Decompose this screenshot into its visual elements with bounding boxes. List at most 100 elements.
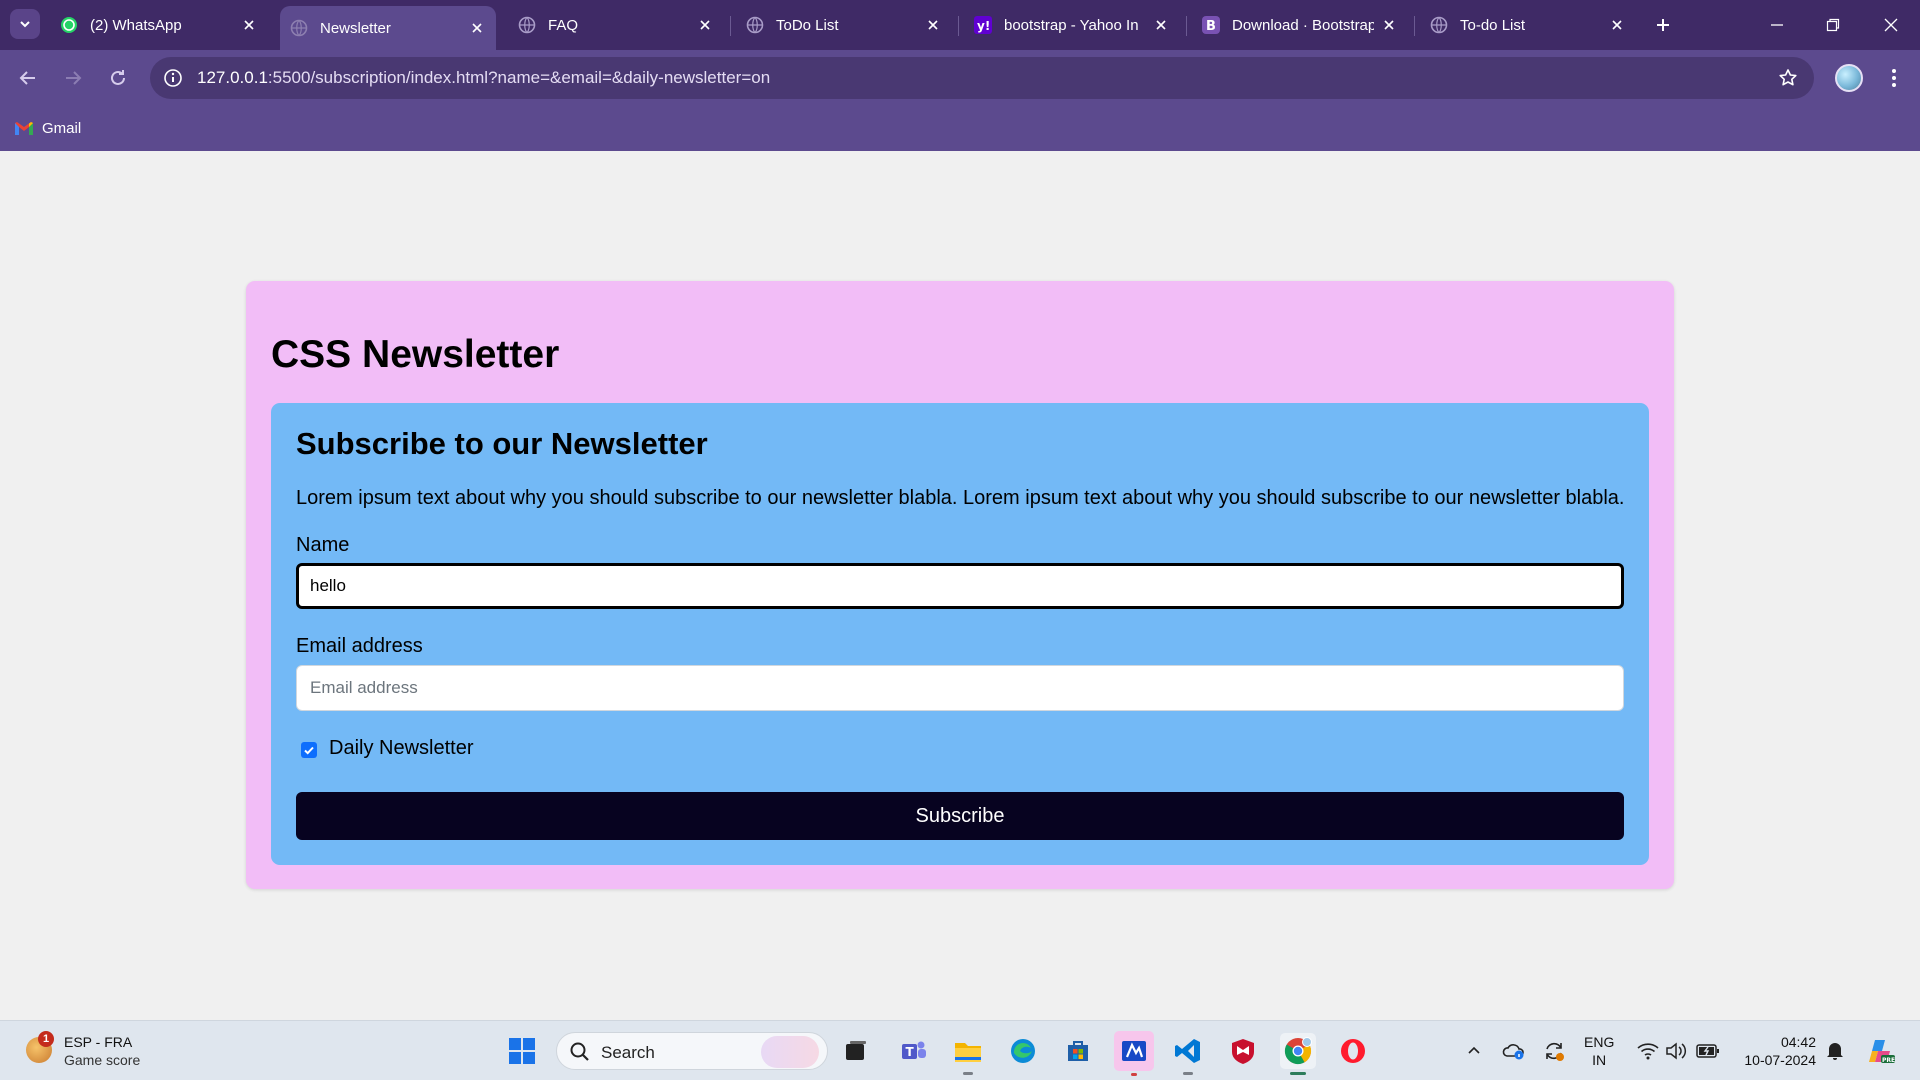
task-view-icon [846, 1041, 866, 1060]
file-explorer-icon [955, 1043, 981, 1062]
tab-separator [1414, 16, 1415, 36]
search-icon [570, 1042, 589, 1061]
tab-faq[interactable]: FAQ [508, 8, 724, 42]
language-code: ENG [1584, 1034, 1615, 1050]
globe-icon [518, 16, 536, 34]
pinned-app-button[interactable] [1114, 1031, 1154, 1076]
vscode-button[interactable] [1170, 1033, 1206, 1075]
close-icon[interactable] [1608, 16, 1626, 34]
opera-icon [1341, 1039, 1365, 1063]
system-clock[interactable]: 04:42 10-07-2024 [1736, 1033, 1816, 1069]
notification-badge: 1 [38, 1031, 54, 1047]
widget-title: ESP - FRA [64, 1034, 133, 1050]
daily-newsletter-label[interactable]: Daily Newsletter [329, 737, 473, 760]
email-input[interactable] [296, 665, 1624, 711]
form-description: Lorem ipsum text about why you should su… [296, 487, 1625, 509]
task-view-button[interactable] [838, 1033, 874, 1069]
file-explorer-button[interactable] [950, 1033, 986, 1075]
microsoft-store-button[interactable] [1060, 1033, 1096, 1069]
tab-yahoo[interactable]: y! bootstrap - Yahoo In [964, 8, 1180, 42]
forward-button[interactable] [59, 64, 87, 92]
close-icon[interactable] [696, 16, 714, 34]
volume-icon [1666, 1042, 1687, 1060]
tab-todo-list[interactable]: ToDo List [736, 8, 952, 42]
cloud-info-icon [1502, 1044, 1524, 1060]
notifications-button[interactable] [1822, 1037, 1848, 1065]
opera-button[interactable] [1335, 1033, 1371, 1069]
close-icon[interactable] [468, 19, 486, 37]
address-bar[interactable]: 127.0.0.1:5500/subscription/index.html?n… [150, 57, 1814, 99]
wifi-tray-button[interactable] [1636, 1037, 1660, 1065]
tab-title: bootstrap - Yahoo In [1004, 16, 1139, 34]
browser-menu-button[interactable] [1880, 64, 1908, 92]
news-widget[interactable]: 1 ESP - FRA Game score [24, 1029, 184, 1073]
search-label: Search [601, 1043, 655, 1062]
battery-tray-button[interactable] [1694, 1037, 1722, 1065]
chrome-button[interactable] [1280, 1033, 1316, 1075]
bookmarks-bar: Gmail [0, 106, 1920, 151]
widget-subtitle: Game score [64, 1052, 141, 1068]
form-heading: Subscribe to our Newsletter [296, 426, 708, 461]
tab-strip: (2) WhatsApp Newsletter FAQ ToDo List y!… [0, 0, 1920, 50]
svg-text:T: T [906, 1045, 915, 1059]
arrow-left-icon [19, 71, 35, 85]
show-hidden-icons-button[interactable] [1462, 1037, 1486, 1065]
bootstrap-icon: B [1202, 16, 1220, 34]
clock-date: 10-07-2024 [1744, 1052, 1816, 1068]
mcafee-icon [1232, 1039, 1254, 1064]
new-tab-button[interactable] [1650, 12, 1676, 38]
whatsapp-icon [60, 16, 78, 34]
region-code: IN [1592, 1052, 1607, 1068]
clock-time: 04:42 [1780, 1034, 1816, 1050]
daily-newsletter-checkbox[interactable] [301, 742, 317, 758]
chevron-down-icon [20, 21, 30, 28]
tab-whatsapp[interactable]: (2) WhatsApp [50, 8, 268, 42]
language-indicator[interactable]: ENG IN [1584, 1033, 1614, 1069]
tab-newsletter[interactable]: Newsletter [280, 6, 496, 50]
search-highlight-icon [761, 1036, 819, 1068]
close-icon[interactable] [1380, 16, 1398, 34]
mcafee-button[interactable] [1225, 1033, 1261, 1069]
svg-text:B: B [1206, 19, 1216, 34]
edge-button[interactable] [1005, 1033, 1041, 1069]
arrow-right-icon [66, 71, 82, 85]
reload-button[interactable] [104, 64, 132, 92]
back-button[interactable] [14, 64, 42, 92]
volume-tray-button[interactable] [1664, 1037, 1688, 1065]
copilot-button[interactable]: PRE [1864, 1037, 1898, 1065]
bookmark-star-icon[interactable] [1776, 66, 1800, 90]
page-title: CSS Newsletter [271, 333, 560, 376]
onedrive-tray-button[interactable] [1500, 1037, 1528, 1065]
tab-search-button[interactable] [10, 9, 40, 39]
edge-icon [1011, 1039, 1035, 1063]
battery-charging-icon [1696, 1044, 1719, 1058]
url-host: 127.0.0.1 [197, 68, 268, 87]
restore-icon [1826, 18, 1840, 32]
sync-tray-button[interactable] [1540, 1037, 1568, 1065]
windows-taskbar: 1 ESP - FRA Game score Search T ENG IN 0… [0, 1020, 1920, 1080]
wifi-icon [1637, 1043, 1659, 1060]
minimize-button[interactable] [1764, 12, 1790, 38]
yahoo-icon: y! [974, 16, 992, 34]
globe-icon [746, 16, 764, 34]
tab-todo-list-2[interactable]: To-do List [1420, 8, 1636, 42]
bookmark-gmail[interactable]: Gmail [14, 116, 81, 140]
tab-bootstrap[interactable]: B Download · Bootstrap [1192, 8, 1408, 42]
url-path: :5500/subscription/index.html?name=&emai… [267, 68, 771, 87]
url-text[interactable]: 127.0.0.1:5500/subscription/index.html?n… [197, 68, 770, 88]
name-input[interactable] [296, 563, 1624, 609]
windows-start-icon [509, 1038, 535, 1064]
close-icon[interactable] [924, 16, 942, 34]
windows-start-button[interactable] [504, 1033, 540, 1069]
restore-button[interactable] [1820, 12, 1846, 38]
reload-icon [111, 70, 125, 85]
taskbar-search[interactable]: Search [556, 1032, 828, 1070]
svg-text:PRE: PRE [1882, 1057, 1895, 1064]
site-info-icon[interactable] [160, 65, 186, 91]
subscribe-button[interactable]: Subscribe [296, 792, 1624, 840]
teams-button[interactable]: T [896, 1033, 932, 1069]
close-icon[interactable] [1152, 16, 1170, 34]
profile-avatar[interactable] [1835, 64, 1863, 92]
window-close-button[interactable] [1878, 12, 1904, 38]
close-icon[interactable] [240, 16, 258, 34]
